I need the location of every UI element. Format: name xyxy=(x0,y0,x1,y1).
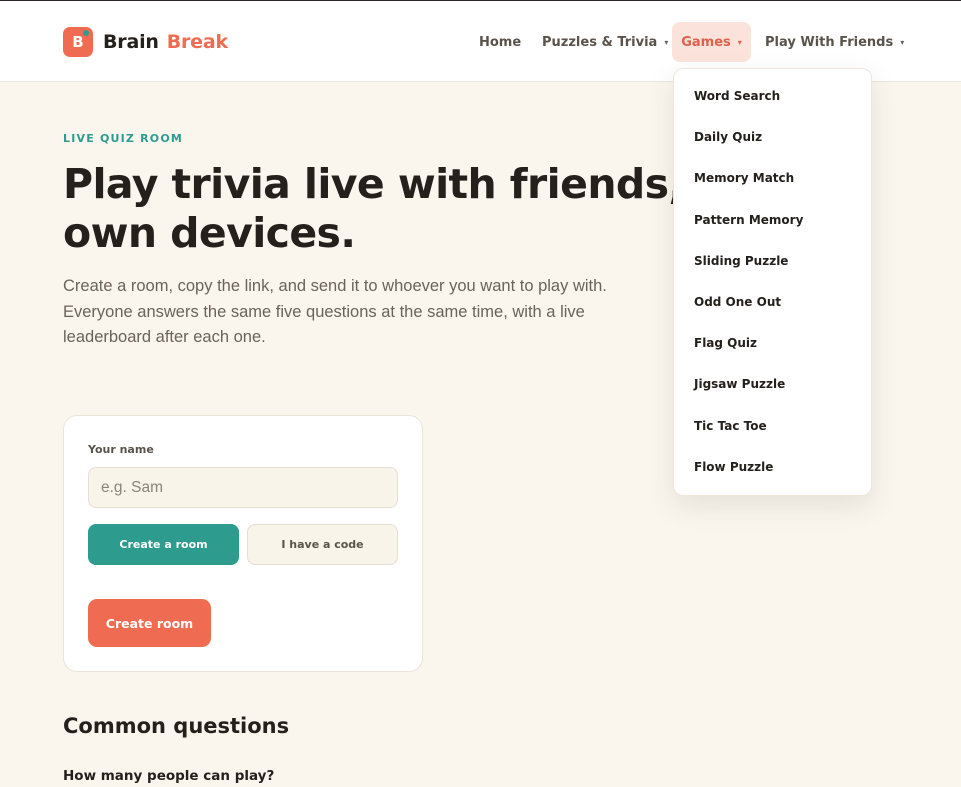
faq-question[interactable]: How many people can play? xyxy=(63,768,274,784)
menu-item-flow-puzzle[interactable]: Flow Puzzle xyxy=(674,449,871,485)
chevron-down-icon: ▾ xyxy=(737,37,742,47)
menu-item-word-search[interactable]: Word Search xyxy=(674,78,871,114)
nav-home-label: Home xyxy=(479,34,522,50)
chevron-down-icon: ▾ xyxy=(664,37,669,47)
have-code-tab[interactable]: I have a code xyxy=(247,524,398,565)
nav-games-label: Games xyxy=(681,34,731,50)
menu-item-daily-quiz[interactable]: Daily Quiz xyxy=(674,119,871,155)
hero-description: Create a room, copy the link, and send i… xyxy=(63,277,607,346)
create-room-tab[interactable]: Create a room xyxy=(88,524,239,565)
nav-puzzles-trivia[interactable]: Puzzles & Trivia ▾ xyxy=(542,22,668,62)
main-nav: Home Puzzles & Trivia ▾ Games ▾ Play Wit… xyxy=(0,22,961,62)
nav-puzzles-label: Puzzles & Trivia xyxy=(542,34,658,50)
chevron-down-icon: ▾ xyxy=(900,37,905,47)
nav-friends-label: Play With Friends xyxy=(765,34,894,50)
menu-item-sliding-puzzle[interactable]: Sliding Puzzle xyxy=(674,243,871,279)
eyebrow-label: LIVE QUIZ ROOM xyxy=(63,132,184,145)
games-dropdown-menu: Word Search Daily Quiz Memory Match Patt… xyxy=(673,68,872,496)
create-room-button[interactable]: Create room xyxy=(88,599,211,647)
menu-item-flag-quiz[interactable]: Flag Quiz xyxy=(674,325,871,361)
menu-item-jigsaw-puzzle[interactable]: Jigsaw Puzzle xyxy=(674,366,871,402)
nav-play-with-friends[interactable]: Play With Friends ▾ xyxy=(765,22,904,62)
nav-games[interactable]: Games ▾ xyxy=(672,22,751,62)
nav-home[interactable]: Home xyxy=(479,22,521,62)
name-input[interactable] xyxy=(88,467,398,508)
menu-item-memory-match[interactable]: Memory Match xyxy=(674,160,871,196)
room-form-card: Your name Create a room I have a code Cr… xyxy=(63,415,423,672)
faq-title: Common questions xyxy=(63,714,290,738)
name-field-label: Your name xyxy=(88,443,154,456)
menu-item-tic-tac-toe[interactable]: Tic Tac Toe xyxy=(674,408,871,444)
menu-item-pattern-memory[interactable]: Pattern Memory xyxy=(674,202,871,238)
menu-item-odd-one-out[interactable]: Odd One Out xyxy=(674,284,871,320)
page: B Brain Break Home Puzzles & Trivia ▾ Gam… xyxy=(0,0,961,787)
